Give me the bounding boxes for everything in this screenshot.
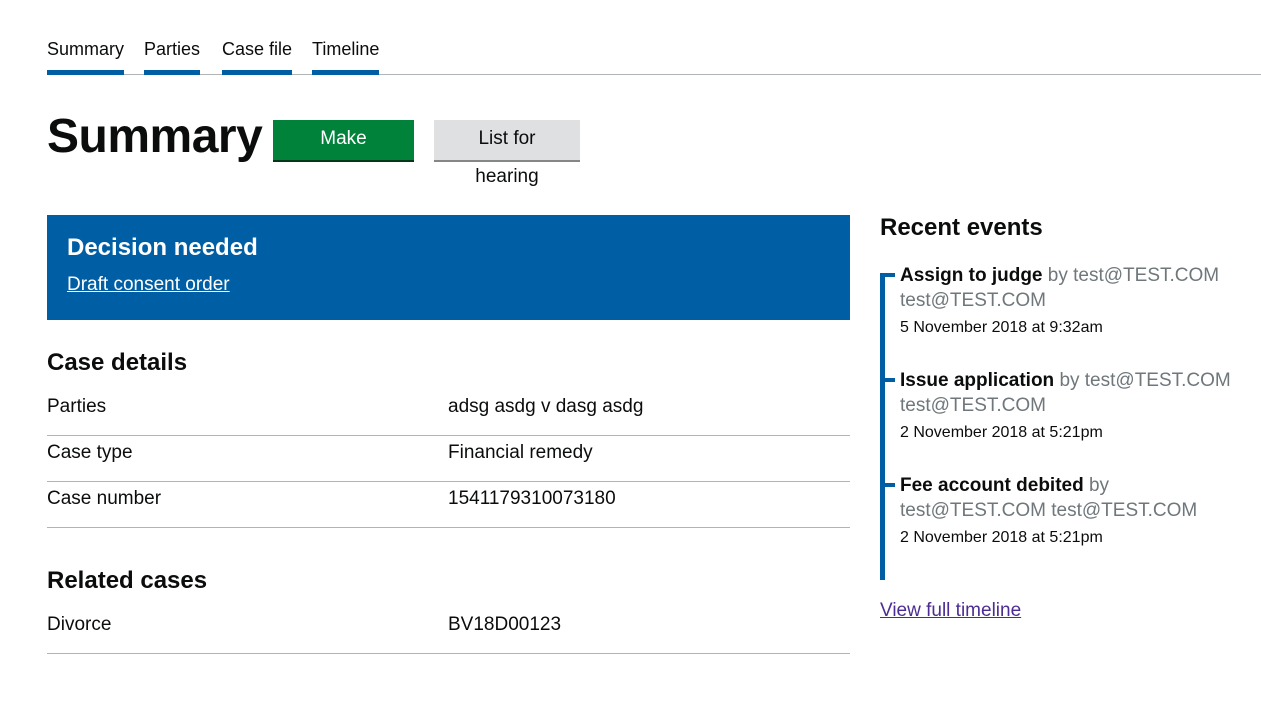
timeline-marker bbox=[880, 483, 895, 487]
event-name: Issue application bbox=[900, 370, 1055, 391]
summary-row-case-number: Case number 1541179310073180 bbox=[47, 482, 850, 528]
summary-value: adsg asdg v dasg asdg bbox=[448, 396, 644, 417]
banner-title: Decision needed bbox=[67, 234, 258, 261]
page-title: Summary bbox=[47, 110, 263, 163]
event-name: Assign to judge bbox=[900, 265, 1043, 286]
case-tabs: Summary Parties Case file Timeline bbox=[47, 0, 1261, 75]
summary-row-divorce: Divorce BV18D00123 bbox=[47, 608, 850, 654]
summary-row-case-type: Case type Financial remedy bbox=[47, 436, 850, 482]
tab-summary[interactable]: Summary bbox=[47, 38, 125, 75]
recent-events-title: Recent events bbox=[880, 214, 1043, 241]
timeline-marker bbox=[880, 378, 895, 382]
summary-key: Divorce bbox=[47, 614, 112, 635]
event-heading: Issue application by test@TEST.COM test@… bbox=[900, 368, 1260, 418]
summary-key: Case type bbox=[47, 442, 133, 463]
related-cases-list: Divorce BV18D00123 bbox=[47, 608, 850, 654]
view-full-timeline-link[interactable]: View full timeline bbox=[880, 599, 1021, 623]
tab-case-file[interactable]: Case file bbox=[222, 38, 293, 75]
timeline-event: Fee account debited by test@TEST.COM tes… bbox=[880, 473, 1260, 548]
timeline-marker bbox=[880, 273, 895, 277]
related-cases-title: Related cases bbox=[47, 567, 208, 594]
tab-parties[interactable]: Parties bbox=[144, 38, 201, 75]
recent-events-timeline: Assign to judge by test@TEST.COM test@TE… bbox=[880, 265, 1261, 580]
draft-consent-order-link[interactable]: Draft consent order bbox=[67, 274, 230, 296]
tab-timeline[interactable]: Timeline bbox=[312, 38, 380, 75]
summary-key: Parties bbox=[47, 396, 107, 417]
event-date: 2 November 2018 at 5:21pm bbox=[900, 529, 1103, 546]
case-details-title: Case details bbox=[47, 349, 188, 376]
event-date: 5 November 2018 at 9:32am bbox=[900, 319, 1103, 336]
decision-needed-banner: Decision needed Draft consent order bbox=[47, 215, 850, 320]
timeline-event: Issue application by test@TEST.COM test@… bbox=[880, 368, 1260, 443]
summary-value: 1541179310073180 bbox=[448, 488, 616, 509]
make-decision-button[interactable]: Make decision bbox=[273, 120, 414, 187]
list-for-hearing-button[interactable]: List for hearing bbox=[434, 120, 580, 187]
event-heading: Assign to judge by test@TEST.COM test@TE… bbox=[900, 263, 1260, 313]
timeline-event: Assign to judge by test@TEST.COM test@TE… bbox=[880, 263, 1260, 338]
summary-key: Case number bbox=[47, 488, 162, 509]
event-date: 2 November 2018 at 5:21pm bbox=[900, 424, 1103, 441]
summary-row-parties: Parties adsg asdg v dasg asdg bbox=[47, 390, 850, 436]
summary-value: Financial remedy bbox=[448, 442, 593, 463]
event-heading: Fee account debited by test@TEST.COM tes… bbox=[900, 473, 1260, 523]
summary-value: BV18D00123 bbox=[448, 614, 562, 635]
event-name: Fee account debited bbox=[900, 475, 1084, 496]
case-details-list: Parties adsg asdg v dasg asdg Case type … bbox=[47, 390, 850, 528]
